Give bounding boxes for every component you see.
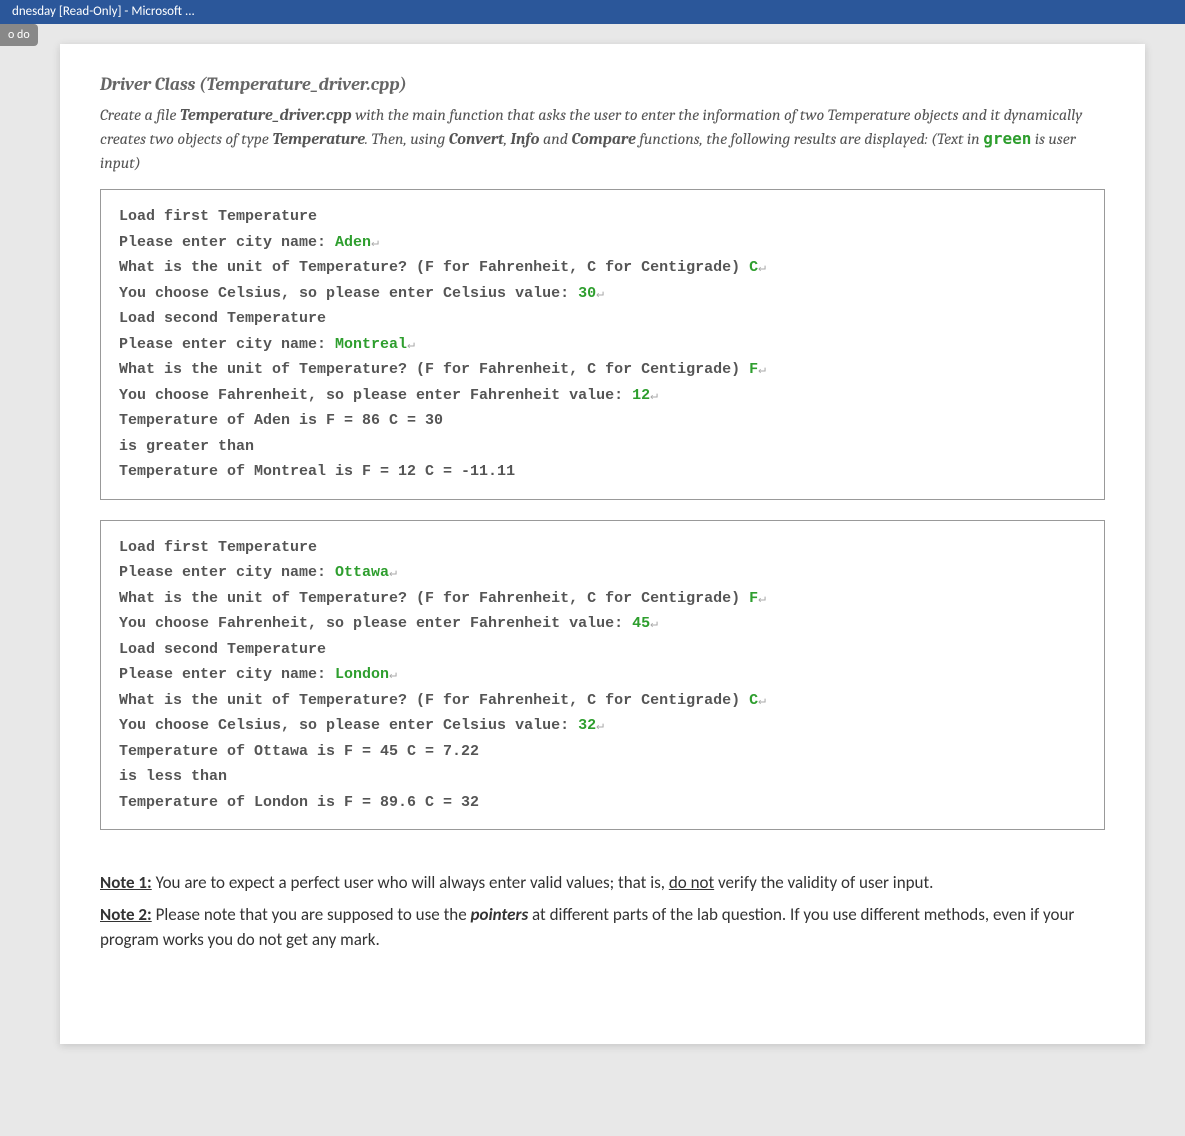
window-titlebar: dnesday [Read-Only] - Microsoft ... [0,0,1185,24]
intro-paragraph: Create a file Temperature_driver.cpp wit… [100,103,1105,175]
green-word: green [983,129,1031,148]
sidebar-todo-tab[interactable]: o do [0,24,38,46]
window-title: dnesday [Read-Only] - Microsoft ... [12,4,195,19]
section-heading: Driver Class (Temperature_driver.cpp) [100,74,1105,95]
output-box-1: Load first Temperature Please enter city… [100,189,1105,500]
note-1: Note 1: You are to expect a perfect user… [100,870,1105,896]
output-box-2: Load first Temperature Please enter city… [100,520,1105,831]
notes-section: Note 1: You are to expect a perfect user… [100,870,1105,953]
note-2: Note 2: Please note that you are suppose… [100,902,1105,953]
document-page: Driver Class (Temperature_driver.cpp) Cr… [60,44,1145,1044]
